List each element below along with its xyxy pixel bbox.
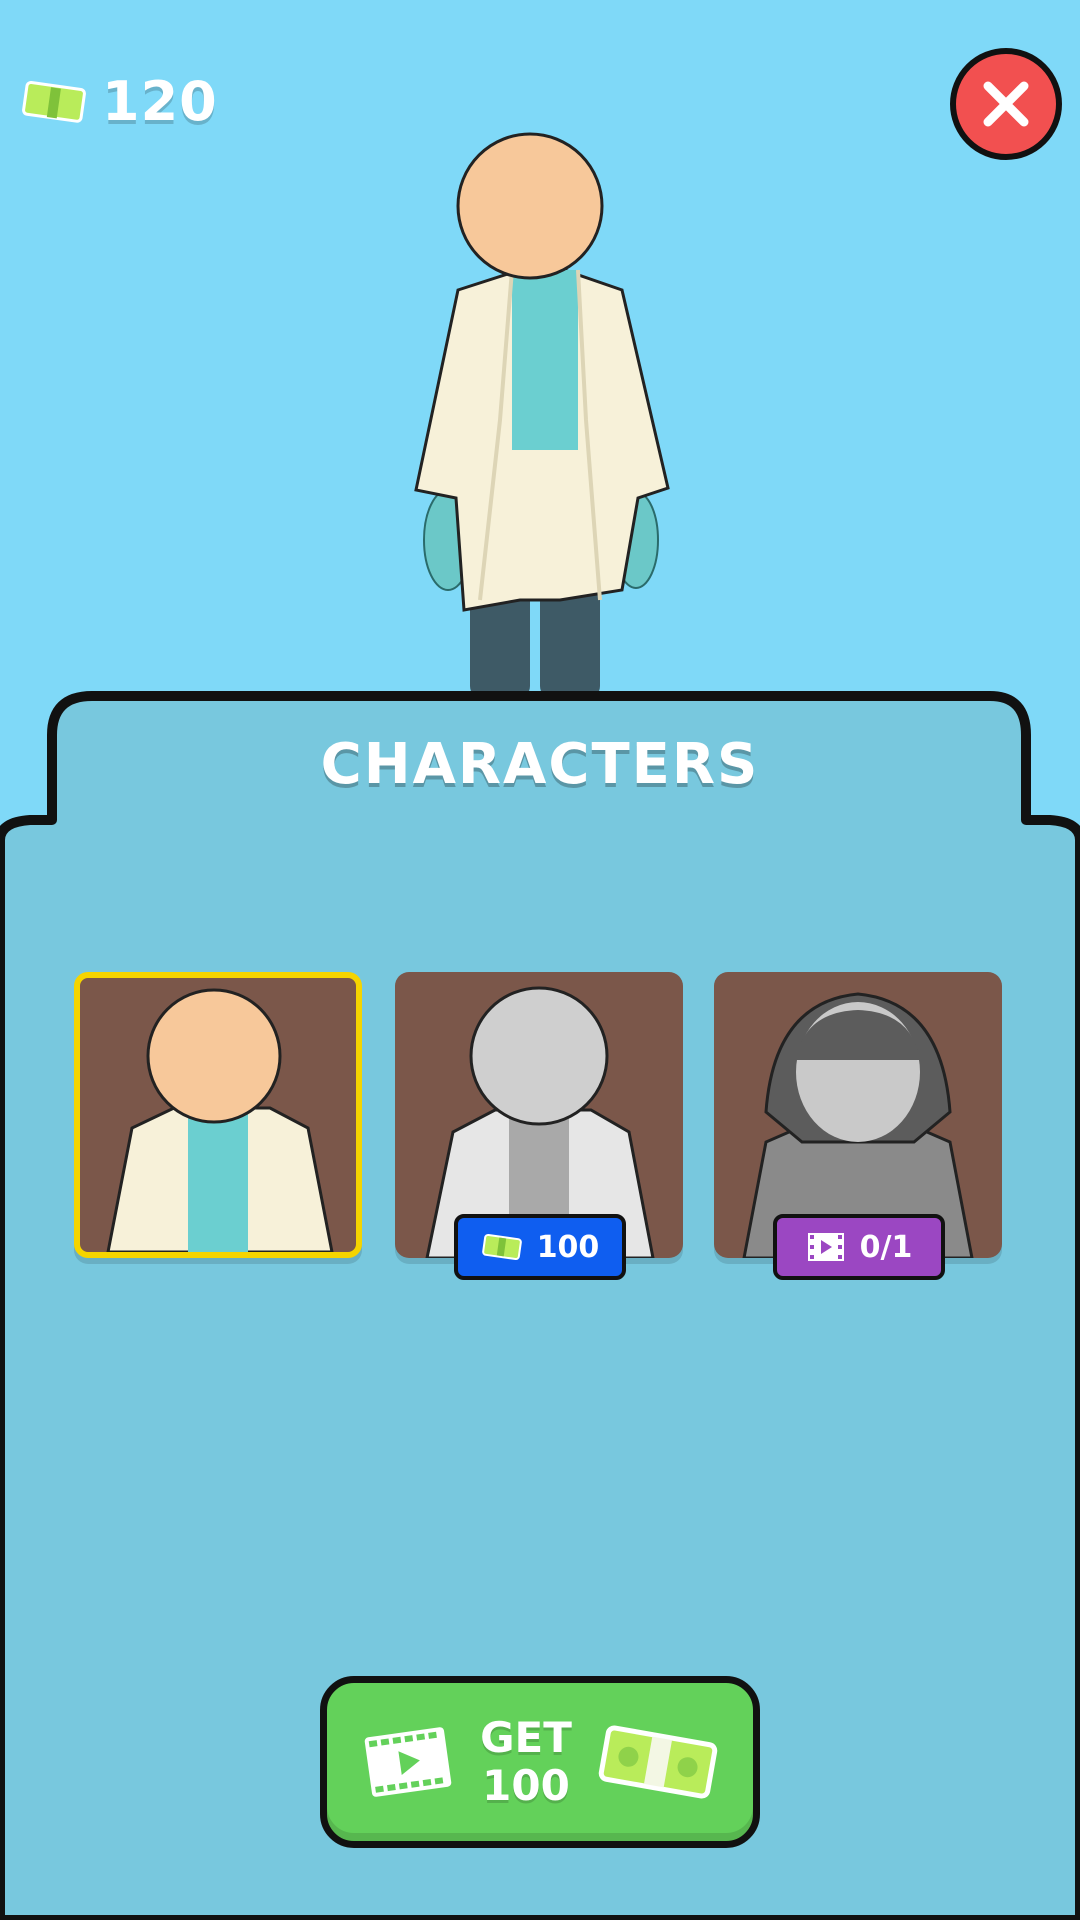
close-icon bbox=[983, 81, 1029, 127]
character-preview[interactable] bbox=[400, 120, 680, 700]
get-button-line1: GET bbox=[480, 1712, 572, 1762]
panel-title: CHARACTERS bbox=[320, 732, 760, 797]
ad-progress-badge[interactable]: 0/1 bbox=[773, 1214, 945, 1280]
close-button[interactable] bbox=[950, 48, 1062, 160]
scientist-avatar bbox=[106, 988, 334, 1252]
get-100-button[interactable]: GET 100 bbox=[320, 1676, 760, 1848]
cash-icon bbox=[22, 80, 86, 123]
cash-icon bbox=[598, 1725, 718, 1799]
currency-display: 120 bbox=[22, 70, 218, 133]
price-value: 100 bbox=[536, 1229, 600, 1265]
character-card-scientist[interactable] bbox=[74, 972, 362, 1258]
video-ad-icon bbox=[807, 1233, 844, 1261]
currency-value: 120 bbox=[102, 70, 218, 133]
get-button-label: GET 100 bbox=[480, 1712, 572, 1811]
get-button-line2: 100 bbox=[482, 1761, 570, 1810]
cash-icon bbox=[481, 1233, 522, 1261]
video-ad-icon bbox=[364, 1727, 452, 1797]
price-badge[interactable]: 100 bbox=[454, 1214, 626, 1280]
ad-progress-value: 0/1 bbox=[859, 1229, 913, 1265]
